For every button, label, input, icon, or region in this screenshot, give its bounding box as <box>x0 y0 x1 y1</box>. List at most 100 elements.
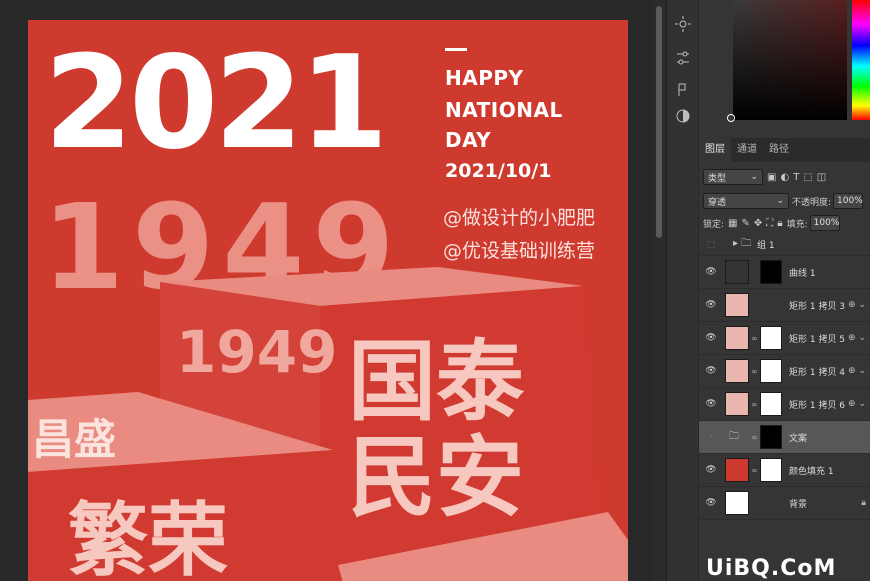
chevron-down-icon: ⌄ <box>750 172 758 182</box>
chain-icon: ∞ <box>751 399 758 409</box>
background-thumb <box>725 491 749 515</box>
opacity-label: 不透明度: <box>792 197 832 208</box>
lock-row: 锁定: ▦ ✎ ✥ ⛶ 🔒︎ 填充: 100% <box>699 212 870 234</box>
sun-icon[interactable] <box>671 12 695 36</box>
layer-mask-thumb <box>760 458 782 482</box>
layer-name[interactable]: 矩形 1 拷贝 5 <box>789 332 845 345</box>
tab-paths[interactable]: 路径 <box>763 138 795 162</box>
chain-icon: ∞ <box>751 465 758 475</box>
lock-icon: 🔒︎ <box>861 498 866 508</box>
layer-row[interactable]: 👁︎ 背景 🔒︎ <box>699 487 870 520</box>
contrast-icon[interactable] <box>671 104 695 128</box>
eye-icon[interactable]: 👁︎ <box>705 399 717 409</box>
left-cube-top-text: 昌盛 <box>32 415 116 464</box>
layer-row[interactable]: 👁︎ 曲线 1 <box>699 256 870 289</box>
layer-filter-row: 类型 ⌄ ▣ ◐ T ⬚ ◫ <box>699 166 870 188</box>
layer-thumb <box>725 359 749 383</box>
layer-mask-thumb <box>760 359 782 383</box>
layer-mask-thumb <box>760 260 782 284</box>
blend-row: 穿透 ⌄ 不透明度: 100% <box>699 190 870 212</box>
color-picker-marker[interactable] <box>727 114 735 122</box>
layer-mask-thumb <box>760 326 782 350</box>
layer-row[interactable]: □ ▸ 🗀 组 1 <box>699 234 870 256</box>
adjustment-filter-icon[interactable]: ◐ <box>780 172 789 183</box>
chain-icon: ∞ <box>751 366 758 376</box>
shape-filter-icon[interactable]: ⬚ <box>803 172 812 183</box>
smart-object-icon: ⊕ ⌄ <box>848 300 866 310</box>
image-filter-icon[interactable]: ▣ <box>767 172 776 183</box>
big-cube-text-bottom: 民安 <box>348 426 524 529</box>
eye-icon[interactable]: 👁︎ <box>705 498 717 508</box>
layer-row[interactable]: 👁︎ 矩形 1 拷贝 3 ⊕ ⌄ <box>699 289 870 322</box>
eye-icon[interactable]: □ <box>705 240 717 250</box>
tab-layers[interactable]: 图层 <box>699 138 731 162</box>
eye-icon[interactable]: 👁︎ <box>705 465 717 475</box>
layer-mask-thumb <box>760 425 782 449</box>
smart-object-icon: ⊕ ⌄ <box>848 366 866 376</box>
lock-pixels-icon[interactable]: ▦ <box>728 218 737 229</box>
eye-icon[interactable]: 👁︎ <box>705 366 717 376</box>
fill-thumb <box>725 458 749 482</box>
chain-icon: ∞ <box>751 333 758 343</box>
hue-slider[interactable] <box>852 0 870 120</box>
smart-object-icon: ⊕ ⌄ <box>848 399 866 409</box>
scrollbar-thumb[interactable] <box>656 6 662 238</box>
layer-mask-thumb <box>760 392 782 416</box>
sliders-icon[interactable] <box>671 46 695 70</box>
layer-thumb <box>725 293 749 317</box>
layer-name[interactable]: 矩形 1 拷贝 4 <box>789 365 845 378</box>
layers-panel-tabs: 图层 通道 路径 <box>699 138 870 162</box>
folder-icon: ▸ 🗀 <box>733 238 752 249</box>
layer-name[interactable]: 组 1 <box>757 238 775 251</box>
watermark-logo: UiBQ.CoM <box>706 556 837 581</box>
layer-row[interactable]: 👁︎ ∞ 矩形 1 拷贝 6 ⊕ ⌄ <box>699 388 870 421</box>
adjust-icon[interactable] <box>671 78 695 102</box>
lock-paint-icon[interactable]: ✎ <box>742 218 750 229</box>
layer-name[interactable]: 矩形 1 拷贝 3 <box>789 299 845 312</box>
layers-list[interactable]: □ ▸ 🗀 组 1 👁︎ 曲线 1 👁︎ 矩形 1 拷贝 3 ⊕ ⌄ 👁︎ ∞ … <box>699 234 870 520</box>
fill-input[interactable]: 100% <box>809 215 840 231</box>
eye-icon[interactable]: 👁︎ <box>705 300 717 310</box>
eye-icon[interactable]: › <box>705 432 717 442</box>
filter-select-label: 类型 <box>708 173 727 184</box>
opacity-input[interactable]: 100% <box>833 193 864 209</box>
curves-thumb <box>725 260 749 284</box>
smart-filter-icon[interactable]: ◫ <box>817 172 826 183</box>
lock-position-icon[interactable]: ✥ <box>754 218 762 229</box>
canvas-area[interactable]: 1949 2021 HAPPY NATIONAL DAY 2021/10/1 @… <box>0 0 652 581</box>
layer-name[interactable]: 曲线 1 <box>789 266 816 279</box>
color-picker-field[interactable] <box>733 0 847 120</box>
layer-thumb <box>725 392 749 416</box>
blend-mode-value: 穿透 <box>708 197 727 208</box>
layer-name[interactable]: 矩形 1 拷贝 6 <box>789 398 845 411</box>
smart-object-icon: ⊕ ⌄ <box>848 333 866 343</box>
eye-icon[interactable]: 👁︎ <box>705 267 717 277</box>
layer-name[interactable]: 文案 <box>789 431 807 444</box>
layer-thumb <box>725 326 749 350</box>
left-cube-text: 繁荣 <box>68 494 228 581</box>
eye-icon[interactable]: 👁︎ <box>705 333 717 343</box>
type-filter-icon[interactable]: T <box>793 172 799 183</box>
big-cube-text-top: 国泰 <box>348 330 525 433</box>
blend-mode-select[interactable]: 穿透 ⌄ <box>703 193 789 209</box>
lock-artboard-icon[interactable]: ⛶ <box>766 218 773 229</box>
layer-row[interactable]: › 🗀 ∞ 文案 <box>699 421 870 454</box>
poster-artboard[interactable]: 1949 2021 HAPPY NATIONAL DAY 2021/10/1 @… <box>28 20 628 581</box>
lock-label: 锁定: <box>703 219 725 230</box>
folder-icon: 🗀 <box>729 430 739 442</box>
chevron-down-icon: ⌄ <box>776 196 784 206</box>
big-cube-year: 1949 <box>176 318 337 386</box>
chain-icon: ∞ <box>751 432 758 442</box>
layer-row[interactable]: 👁︎ ∞ 矩形 1 拷贝 5 ⊕ ⌄ <box>699 322 870 355</box>
fill-label: 填充: <box>786 219 808 230</box>
layer-row[interactable]: 👁︎ ∞ 颜色填充 1 <box>699 454 870 487</box>
canvas-vertical-scrollbar[interactable] <box>652 0 666 581</box>
right-panels: 图层 通道 路径 类型 ⌄ ▣ ◐ T ⬚ ◫ 穿透 ⌄ 不透明度: 100% 锁定… <box>699 0 870 581</box>
layer-filter-select[interactable]: 类型 ⌄ <box>703 169 763 185</box>
tab-channels[interactable]: 通道 <box>731 138 763 162</box>
layer-name[interactable]: 颜色填充 1 <box>789 464 834 477</box>
lock-icon[interactable]: 🔒︎ <box>777 218 782 229</box>
panel-icon-strip <box>666 0 698 581</box>
layer-name[interactable]: 背景 <box>789 497 807 510</box>
layer-row[interactable]: 👁︎ ∞ 矩形 1 拷贝 4 ⊕ ⌄ <box>699 355 870 388</box>
